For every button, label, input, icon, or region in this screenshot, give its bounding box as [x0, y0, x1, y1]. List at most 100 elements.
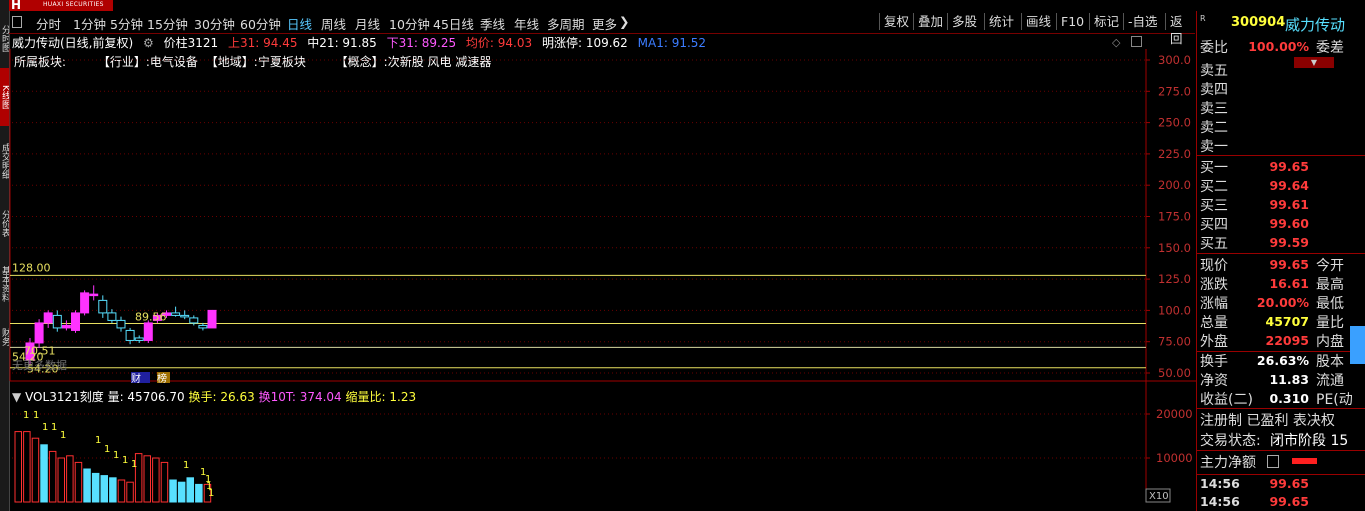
price-tick-label: 200.0: [1158, 178, 1191, 192]
tick-time: 14:56: [1200, 494, 1240, 509]
sell2-row: 卖二: [1197, 117, 1365, 136]
stat-label2: 今开: [1316, 258, 1344, 274]
buy3-label: 买三: [1200, 198, 1228, 214]
volume-bar: [91, 472, 100, 503]
state-label: 交易状态:: [1200, 433, 1261, 449]
candle-body: [171, 312, 181, 316]
volume-mark-label: 1: [104, 444, 110, 455]
flow-row: 主力净额: [1197, 452, 1365, 471]
volume-bar: [48, 450, 57, 503]
tick-price: 99.65: [1269, 476, 1309, 491]
state-value: 闭市阶段 15: [1270, 433, 1349, 449]
tick-row: 14:56 99.65: [1197, 492, 1365, 511]
stat2-label: 净资: [1200, 373, 1228, 389]
stock-name: 威力传动: [1285, 16, 1346, 34]
volume-mark-label: 1: [23, 410, 29, 421]
volume-bar: [40, 444, 48, 503]
stock-header: R 300904 威力传动: [1197, 11, 1365, 35]
stat-label: 现价: [1200, 258, 1228, 274]
stat2-label: 收益(二): [1200, 392, 1253, 408]
candle-body: [43, 312, 53, 324]
price-tick-label: 50.00: [1158, 366, 1191, 380]
candle-body: [71, 312, 80, 331]
tick-row: 14:56 99.65: [1197, 474, 1365, 493]
tick-price: 99.65: [1269, 494, 1309, 509]
divider: [1197, 450, 1365, 451]
volume-mark-label: 1: [113, 450, 119, 461]
flow-label: 主力净额: [1200, 455, 1256, 471]
stat-row: 外盘 22095 内盘: [1197, 331, 1365, 350]
volume-mark-label: 1: [122, 455, 128, 466]
price-tick-label: 175.0: [1158, 210, 1191, 224]
ratio-label: 委比: [1200, 40, 1228, 56]
sell5-label: 卖五: [1200, 63, 1228, 79]
candle-body: [189, 317, 199, 324]
candle-body: [180, 314, 190, 318]
buy1-row: 买一 99.65: [1197, 157, 1365, 176]
buy2-row: 买二 99.64: [1197, 176, 1365, 195]
no-more-data-label: 无更多数据: [12, 358, 67, 372]
sell3-label: 卖三: [1200, 101, 1228, 117]
stat-value: 99.65: [1269, 257, 1309, 272]
diff-label: 委差: [1316, 40, 1344, 56]
sell4-row: 卖四: [1197, 79, 1365, 98]
candle-body: [143, 322, 153, 341]
volume-mark-label: 1: [33, 410, 39, 421]
candle-body: [98, 299, 108, 314]
buy2-label: 买二: [1200, 179, 1228, 195]
kline-chart[interactable]: 300.0 275.0 250.0 225.0 200.0 175.0 150.0 125.0…: [0, 0, 1196, 511]
stat-row: 现价 99.65 今开: [1197, 255, 1365, 274]
price-tick-label: 250.0: [1158, 116, 1191, 130]
sell5-row: 卖五: [1197, 60, 1365, 79]
vol-turnover10: 换10T: 374.04: [258, 390, 342, 404]
volume-mark-label: 1: [42, 422, 48, 433]
vol-shrink: 缩量比: 1.23: [345, 390, 417, 404]
stat-row: 总量 45707 量比: [1197, 312, 1365, 331]
volume-tick-label: 20000: [1156, 407, 1193, 421]
quote-panel: R 300904 威力传动 委比 100.00% 委差 ▼ 卖五 卖四 卖三 卖…: [1196, 11, 1365, 511]
price-tick-label: 100.0: [1158, 303, 1191, 317]
volume-mark-label: 1: [208, 488, 214, 499]
stat2-row: 换手 26.63% 股本: [1197, 351, 1365, 370]
stat-label2: 最高: [1316, 277, 1344, 293]
ratio-value: 100.00%: [1248, 39, 1309, 54]
r-badge: R: [1200, 14, 1206, 23]
stock-code: 300904: [1231, 15, 1286, 30]
buy1-label: 买一: [1200, 160, 1228, 176]
stat2-label: 换手: [1200, 354, 1228, 370]
chevron-down-icon[interactable]: ▼: [12, 390, 21, 404]
price-tick-label: 275.0: [1158, 84, 1191, 98]
sell1-label: 卖一: [1200, 139, 1228, 155]
buy1-price: 99.65: [1269, 159, 1309, 174]
buy4-label: 买四: [1200, 217, 1228, 233]
candle-body: [198, 324, 208, 329]
candle-body: [116, 319, 126, 329]
price-tick-label: 225.0: [1158, 147, 1191, 161]
stat-label2: 最低: [1316, 296, 1344, 312]
order-ratio-row: 委比 100.00% 委差: [1197, 37, 1365, 56]
candle-body: [80, 292, 90, 314]
divider: [1197, 155, 1365, 156]
buy5-price: 99.59: [1269, 235, 1309, 250]
stat-row: 涨幅 20.00% 最低: [1197, 293, 1365, 312]
trade-state-row: 交易状态: 闭市阶段 15: [1197, 430, 1365, 449]
volume-mark-label: 1: [131, 459, 137, 470]
volume-bar: [169, 479, 177, 503]
stat-value: 16.61: [1269, 276, 1309, 291]
sell3-row: 卖三: [1197, 98, 1365, 117]
volume-bar: [195, 483, 203, 503]
annotation-label: 89.56: [135, 310, 167, 323]
side-scroll-handle[interactable]: [1350, 326, 1365, 364]
volume-mark-label: 1: [51, 422, 57, 433]
list-icon[interactable]: [1267, 455, 1279, 468]
buy3-price: 99.61: [1269, 197, 1309, 212]
price-tick-label: 125.0: [1158, 272, 1191, 286]
finance-badge-icon: 财: [131, 372, 141, 385]
volume-bar: [66, 455, 74, 503]
sell2-label: 卖二: [1200, 120, 1228, 136]
stat-row: 涨跌 16.61 最高: [1197, 274, 1365, 293]
candle-body: [89, 293, 99, 297]
buy5-row: 买五 99.59: [1197, 233, 1365, 252]
volume-bar: [143, 455, 151, 503]
price-tick-label: 150.0: [1158, 241, 1191, 255]
